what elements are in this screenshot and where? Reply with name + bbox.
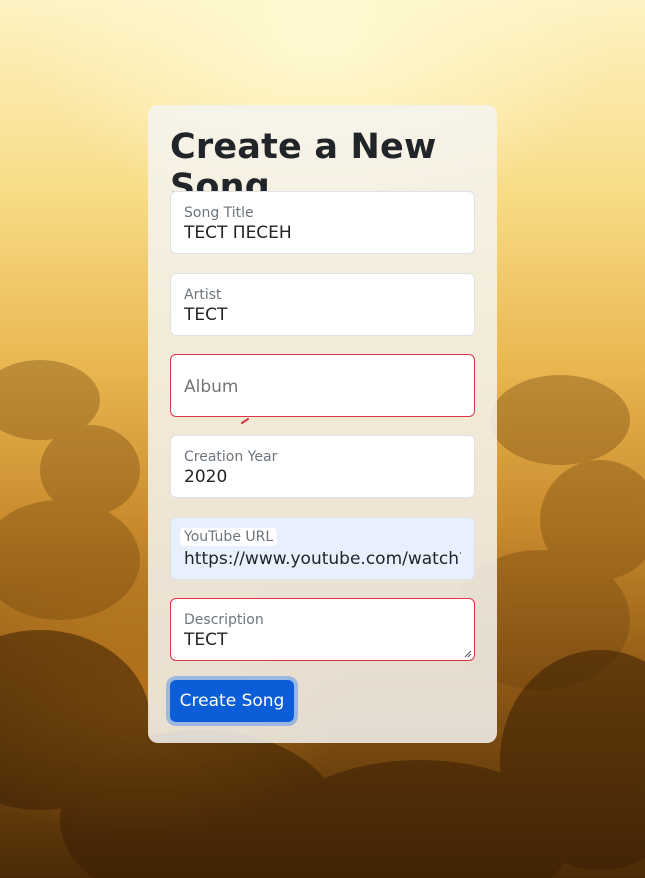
song-title-field[interactable]: Song Title bbox=[170, 191, 475, 254]
artist-input[interactable] bbox=[184, 305, 461, 325]
song-title-label: Song Title bbox=[184, 205, 254, 221]
create-song-card: Create a New Song Song Title Artist Crea… bbox=[148, 105, 497, 743]
cursor-mark bbox=[241, 418, 249, 424]
youtube-url-label: YouTube URL bbox=[180, 528, 278, 546]
youtube-url-field[interactable]: YouTube URL bbox=[170, 517, 475, 580]
description-label: Description bbox=[184, 612, 264, 628]
youtube-url-input[interactable] bbox=[184, 549, 461, 569]
description-textarea[interactable]: ТЕСТ bbox=[184, 630, 461, 656]
artist-label: Artist bbox=[184, 287, 222, 303]
resize-grip-icon[interactable] bbox=[464, 650, 472, 658]
song-title-input[interactable] bbox=[184, 223, 461, 243]
creation-year-label: Creation Year bbox=[184, 449, 278, 465]
create-song-button[interactable]: Create Song bbox=[170, 680, 294, 722]
album-input[interactable] bbox=[184, 377, 461, 397]
artist-field[interactable]: Artist bbox=[170, 273, 475, 336]
album-field[interactable] bbox=[170, 354, 475, 417]
description-field[interactable]: Description ТЕСТ bbox=[170, 598, 475, 661]
creation-year-field[interactable]: Creation Year bbox=[170, 435, 475, 498]
creation-year-input[interactable] bbox=[184, 467, 461, 487]
